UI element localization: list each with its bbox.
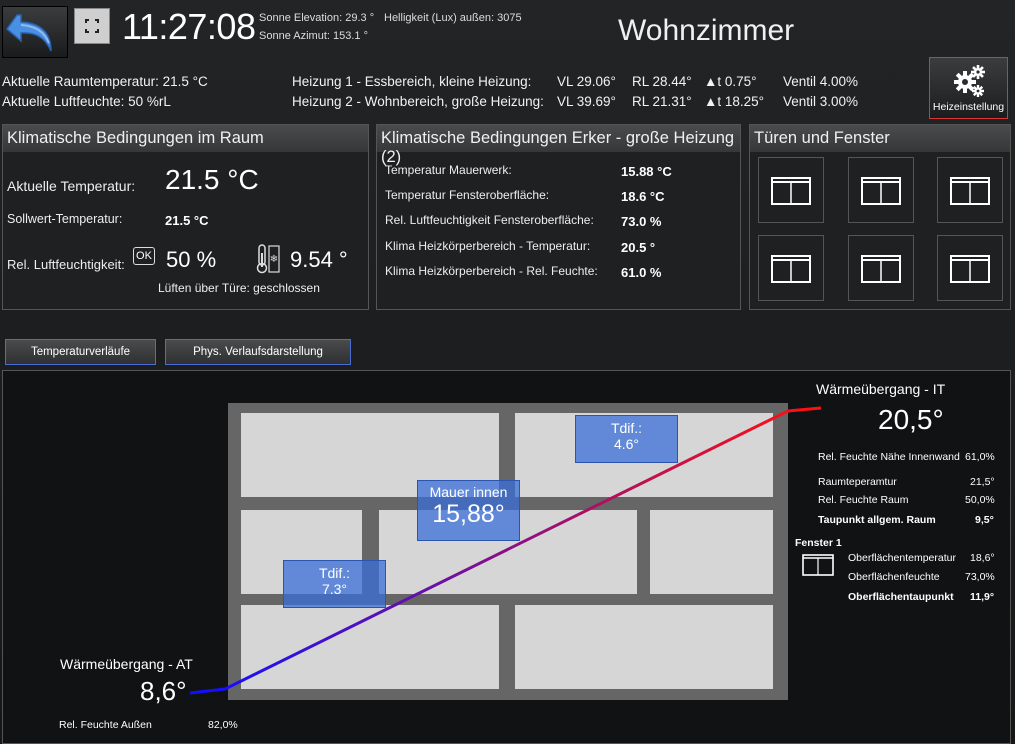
window-icon: [771, 177, 811, 205]
tdif-inner-label: Tdif.:: [610, 420, 643, 436]
ventilation-status: Lüften über Türe: geschlossen: [158, 281, 320, 295]
window-button-5[interactable]: [848, 235, 914, 301]
window-row-value: 73,0%: [965, 571, 995, 583]
panel-doors-windows: Türen und Fenster: [749, 124, 1011, 310]
gears-icon: [953, 65, 985, 97]
window-1-title: Fenster 1: [795, 537, 842, 549]
room-title: Wohnzimmer: [618, 14, 795, 47]
back-arrow-icon: [5, 14, 52, 52]
humidity-value: 50 %: [166, 247, 217, 272]
inner-row-value: 61,0%: [965, 451, 995, 463]
inner-row-label: Rel. Feuchte Raum: [818, 494, 909, 506]
window-button-4[interactable]: [758, 235, 824, 301]
tab-physical-display[interactable]: Phys. Verlaufsdarstellung: [165, 339, 351, 365]
fullscreen-icon: [85, 19, 99, 33]
tdif-outer-box: Tdif.: 7.3°: [283, 560, 386, 608]
bay-row-label: Temperatur Fensteroberfläche:: [385, 188, 550, 202]
ok-badge: OK: [133, 247, 155, 265]
bay-row-value: 20.5 °: [621, 240, 656, 255]
fullscreen-button[interactable]: [74, 8, 110, 44]
heating-2-valve: Ventil 3.00%: [783, 94, 859, 109]
setpoint-value: 21.5 °C: [165, 213, 209, 228]
bay-row-value: 18.6 °C: [621, 189, 665, 204]
room-temperature: Aktuelle Raumtemperatur: 21.5 °C: [2, 74, 208, 89]
bay-row-label: Rel. Luftfeuchtigkeit Fensteroberfläche:: [385, 213, 594, 227]
tdif-inner-box: Tdif.: 4.6°: [575, 415, 678, 463]
heating-2-name: Heizung 2 - Wohnbereich, große Heizung:: [292, 94, 544, 109]
inner-row-label: Taupunkt allgem. Raum: [818, 514, 936, 526]
window-row-label: Oberflächentemperatur: [848, 552, 956, 564]
svg-text:❄: ❄: [270, 254, 278, 265]
delta-icon: ▲: [704, 74, 718, 89]
window-icon: [950, 177, 990, 205]
window-icon: [771, 255, 811, 283]
heating-1-vl: VL 29.06°: [557, 74, 616, 89]
outer-transfer-value: 8,6°: [140, 676, 187, 706]
thermometer-snowflake-icon: ❄: [255, 243, 281, 280]
wall-heat-transfer-diagram: Tdif.: 4.6° Mauer innen 15,88° Tdif.: 7.…: [2, 370, 1011, 744]
window-row-label: Oberflächentaupunkt: [848, 591, 954, 603]
wall-inner-box: Mauer innen 15,88°: [417, 480, 520, 541]
room-humidity: Aktuelle Luftfeuchte: 50 %rL: [2, 94, 171, 109]
outdoor-brightness: Helligkeit (Lux) außen: 3075: [384, 12, 522, 24]
window-row-value: 11,9°: [970, 591, 995, 603]
window-icon: [861, 255, 901, 283]
heating-2-rl: RL 21.31°: [632, 94, 692, 109]
bay-row-value: 73.0 %: [621, 214, 662, 229]
heating-2-vl: VL 39.69°: [557, 94, 616, 109]
panel-bay-climate: Klimatische Bedingungen Erker - große He…: [376, 124, 741, 310]
window-icon: [861, 177, 901, 205]
outer-humidity-value: 82,0%: [208, 719, 238, 731]
setpoint-label: Sollwert-Temperatur:: [7, 212, 123, 226]
back-button[interactable]: [2, 6, 68, 58]
window-button-1[interactable]: [758, 157, 824, 223]
inner-row-label: Rel. Feuchte Nähe Innenwand: [818, 451, 960, 463]
inner-row-value: 9,5°: [975, 514, 994, 526]
panel-bay-title: Klimatische Bedingungen Erker - große He…: [377, 125, 740, 166]
bay-row-label: Klima Heizkörperbereich - Temperatur:: [385, 239, 591, 253]
window-row-label: Oberflächenfeuchte: [848, 571, 940, 583]
bay-row-label: Temperatur Mauerwerk:: [385, 163, 512, 177]
inner-row-value: 21,5°: [970, 476, 995, 488]
humidity-label: Rel. Luftfeuchtigkeit:: [7, 257, 125, 272]
heating-settings-label: Heizeinstellung: [932, 101, 1005, 113]
window-button-6[interactable]: [937, 235, 1003, 301]
bay-row-label: Klima Heizkörperbereich - Rel. Feuchte:: [385, 264, 598, 278]
tdif-inner-value: 4.6°: [613, 436, 640, 452]
bay-row-value: 15.88 °C: [621, 164, 672, 179]
wall-inner-label: Mauer innen: [429, 484, 508, 500]
clock: 11:27:08: [122, 6, 256, 47]
heating-settings-button[interactable]: Heizeinstellung: [929, 57, 1008, 119]
inner-row-label: Raumteperamtur: [818, 476, 897, 488]
heating-1-rl: RL 28.44°: [632, 74, 692, 89]
heating-1-name: Heizung 1 - Essbereich, kleine Heizung:: [292, 74, 532, 89]
heating-1-valve: Ventil 4.00%: [783, 74, 859, 89]
tdif-outer-value: 7.3°: [321, 581, 348, 597]
wall-inner-value: 15,88°: [432, 500, 505, 528]
inner-row-value: 50,0%: [965, 494, 995, 506]
panel-room-climate: Klimatische Bedingungen im Raum Aktuelle…: [2, 124, 369, 310]
current-temp-value: 21.5 °C: [165, 164, 259, 195]
bay-row-value: 61.0 %: [621, 265, 662, 280]
inner-transfer-label: Wärmeübergang - IT: [816, 381, 946, 397]
current-temp-label: Aktuelle Temperatur:: [7, 178, 136, 194]
outer-humidity-label: Rel. Feuchte Außen: [59, 719, 152, 731]
panel-doors-title: Türen und Fenster: [750, 125, 1010, 152]
sun-elevation: Sonne Elevation: 29.3 °: [259, 12, 375, 24]
window-button-3[interactable]: [937, 157, 1003, 223]
tab-temperature-curves[interactable]: Temperaturverläufe: [5, 339, 156, 365]
window-row-value: 18,6°: [970, 552, 995, 564]
sun-azimuth: Sonne Azimut: 153.1 °: [259, 30, 368, 42]
window-button-2[interactable]: [848, 157, 914, 223]
tdif-outer-label: Tdif.:: [318, 565, 351, 581]
dewpoint-value: 9.54 °: [290, 247, 348, 272]
heating-1-delta: ▲t 0.75°: [704, 74, 757, 89]
window-icon: [950, 255, 990, 283]
window-icon: [801, 553, 835, 582]
outer-transfer-label: Wärmeübergang - AT: [60, 656, 193, 672]
panel-room-title: Klimatische Bedingungen im Raum: [3, 125, 368, 152]
inner-transfer-value: 20,5°: [878, 404, 944, 435]
heating-2-delta: ▲t 18.25°: [704, 94, 765, 109]
delta-icon: ▲: [704, 94, 718, 109]
